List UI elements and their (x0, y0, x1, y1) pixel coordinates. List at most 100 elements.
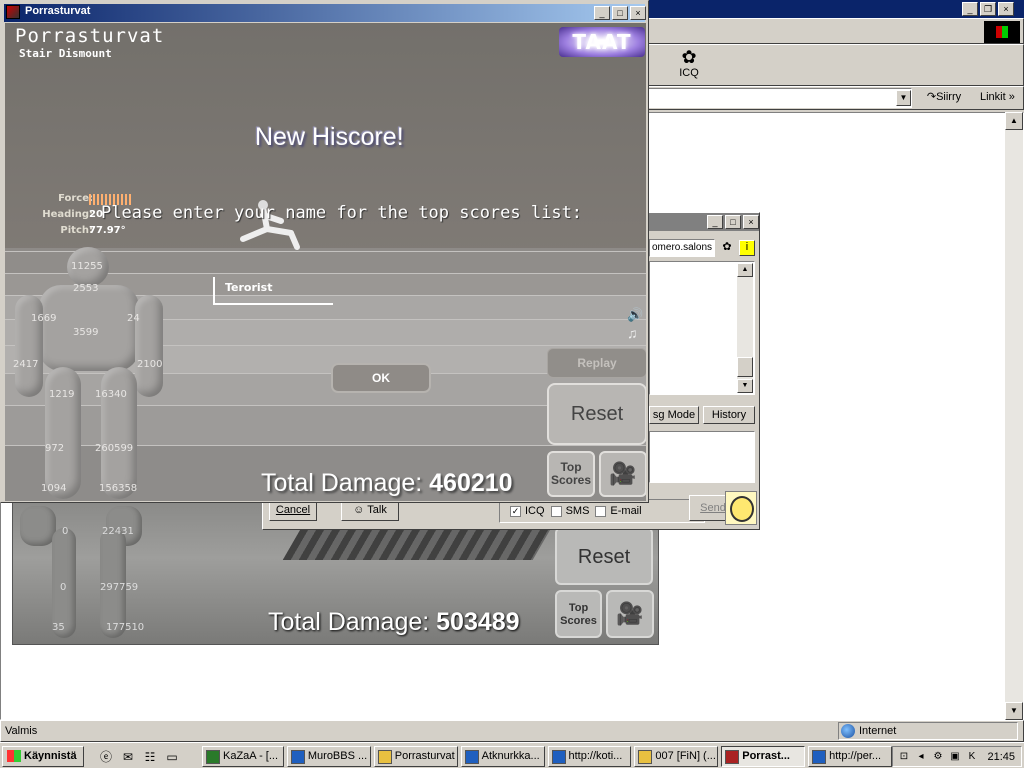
icq-maximize-button[interactable]: □ (725, 215, 741, 229)
stats-labels: Force: Heading: Pitch: (27, 191, 93, 239)
damage-right-foot: 156358 (99, 483, 138, 494)
icq-close-button[interactable]: × (743, 215, 759, 229)
replay-button[interactable]: Replay (547, 348, 646, 378)
taskbar-button[interactable]: Porrast... (721, 746, 806, 767)
status-text: Valmis (5, 725, 38, 737)
back-top-scores-button[interactable]: Top Scores (555, 590, 602, 638)
monitor-icon[interactable]: ▣ (948, 750, 962, 764)
taskbar-button-label: Atknurkka... (481, 750, 540, 762)
icq-message-input[interactable] (649, 431, 755, 483)
address-input[interactable] (648, 88, 912, 108)
scroll-down-icon[interactable]: ▼ (1005, 702, 1023, 720)
taskbar-button[interactable]: Atknurkka... (460, 746, 545, 767)
music-note-icon[interactable]: ♫ (627, 325, 638, 341)
icq-msg-mode-button[interactable]: sg Mode (649, 406, 699, 424)
game-maximize-button[interactable]: □ (612, 6, 628, 20)
icq-info-icon[interactable]: i (739, 240, 755, 256)
opt-sms-label: SMS (565, 505, 590, 517)
windows-flag-icon (7, 750, 21, 763)
body-damage-figure: 11255 2553 1669 24 3599 2417 2100 1219 1… (11, 247, 171, 499)
volume-icon[interactable]: ◂ (914, 750, 928, 764)
taskbar-button[interactable]: KaZaA - [... (202, 746, 284, 767)
desktop-icon[interactable]: ▭ (164, 749, 180, 765)
game-app-icon[interactable] (6, 5, 20, 19)
back-damage-figure: 0 22431 0 297759 35 177510 (14, 498, 144, 643)
ie-icon[interactable]: ⓔ (98, 749, 114, 765)
ie-caption-buttons: _ ❐ × (962, 2, 1014, 16)
icq-toolbar-button[interactable]: ✿ ICQ (672, 47, 706, 83)
damage-right-knee: 260599 (95, 443, 134, 454)
channels-icon[interactable]: ☷ (142, 749, 158, 765)
go-label: Siirry (936, 91, 962, 103)
taskbar-button-label: 007 [FiN] (... (655, 750, 716, 762)
taskbar-button[interactable]: Porrasturvat (373, 746, 458, 767)
damage-value: 0 (62, 526, 69, 537)
movie-camera-icon[interactable]: 🎥 (599, 451, 646, 497)
opt-sms-checkbox[interactable]: SMS (550, 505, 590, 517)
icq-scrollbar[interactable]: ▲ ▼ (737, 263, 753, 393)
player-name-input[interactable]: Terorist (213, 277, 333, 305)
ie-minimize-button[interactable]: _ (962, 2, 978, 16)
taskbar-button[interactable]: http://koti... (547, 746, 632, 767)
scroll-down-icon[interactable]: ▼ (737, 379, 753, 393)
system-tray: ⊡ ◂ ⚙ ▣ K 21:45 (892, 746, 1022, 767)
top-scores-button[interactable]: Top Scores (547, 451, 595, 497)
damage-neck: 2553 (73, 283, 99, 294)
icq-minimize-button[interactable]: _ (707, 215, 723, 229)
icq-flower-icon[interactable]: ✿ (719, 240, 735, 256)
game-minimize-button[interactable]: _ (594, 6, 610, 20)
damage-left-hip: 1219 (49, 389, 75, 400)
app-icon (638, 749, 653, 764)
checkbox-icon: ✓ (510, 505, 521, 517)
scroll-up-icon[interactable]: ▲ (1005, 112, 1023, 130)
top-scores-line1: Top (568, 602, 589, 614)
scroll-up-icon[interactable]: ▲ (737, 263, 753, 277)
taskbar-button-label: MuroBBS ... (307, 750, 368, 762)
network-icon[interactable]: ⊡ (897, 750, 911, 764)
scroll-thumb[interactable] (737, 357, 753, 377)
start-button[interactable]: Käynnistä (2, 746, 84, 767)
new-hiscore-heading: New Hiscore! (255, 123, 404, 151)
ie-restore-button[interactable]: ❐ (980, 2, 996, 16)
game-viewport[interactable]: Porrasturvat Stair Dismount TAAT New His… (5, 23, 646, 501)
damage-right-hip: 16340 (95, 389, 127, 400)
icq-history-button[interactable]: History (703, 406, 755, 424)
outlook-icon[interactable]: ✉ (120, 749, 136, 765)
taskbar-button-label: KaZaA - [... (223, 750, 279, 762)
damage-label: Total Damage: (261, 469, 423, 497)
figure-right-arm (135, 295, 163, 397)
back-reset-button[interactable]: Reset (555, 527, 653, 585)
links-button[interactable]: Linkit » (976, 88, 1022, 108)
ie-close-button[interactable]: × (998, 2, 1014, 16)
task-list: KaZaA - [... MuroBBS ... Porrasturvat Atknu… (202, 746, 892, 767)
damage-right-hand: 2100 (137, 359, 163, 370)
damage-value: 0 (60, 582, 67, 593)
damage-left-shoulder: 1669 (31, 313, 57, 324)
icq-recipient-field[interactable]: omero.salons (649, 239, 715, 257)
taskbar-button[interactable]: MuroBBS ... (286, 746, 371, 767)
opt-email-checkbox[interactable]: E-mail (595, 505, 642, 517)
globe-icon (841, 724, 855, 738)
address-dropdown-icon[interactable]: ▼ (896, 90, 911, 106)
game-close-button[interactable]: × (630, 6, 646, 20)
taskbar-button[interactable]: 007 [FiN] (... (634, 746, 719, 767)
back-camera-icon[interactable]: 🎥 (606, 590, 654, 638)
app-icon (725, 749, 740, 764)
damage-torso: 3599 (73, 327, 99, 338)
damage-value: 35 (52, 622, 65, 633)
heading-label: Heading: (42, 209, 93, 220)
back-total-damage: Total Damage: 503489 (268, 608, 520, 637)
game-title-bar[interactable] (4, 4, 645, 22)
gear-icon[interactable]: ⚙ (931, 750, 945, 764)
kazaa-icon[interactable]: K (965, 750, 979, 764)
speaker-icon[interactable]: 🔊 (627, 307, 643, 323)
top-scores-line2: Scores (560, 615, 597, 627)
reset-button[interactable]: Reset (547, 383, 646, 445)
damage-right-shoulder: 24 (127, 313, 140, 324)
damage-head: 11255 (71, 261, 103, 272)
taskbar-button[interactable]: http://per... (808, 746, 892, 767)
opt-icq-checkbox[interactable]: ✓ ICQ (510, 505, 545, 517)
go-button[interactable]: ↷Siirry (918, 88, 970, 108)
ie-vertical-scrollbar[interactable]: ▲ ▼ (1005, 112, 1023, 720)
ok-button[interactable]: OK (331, 363, 431, 393)
